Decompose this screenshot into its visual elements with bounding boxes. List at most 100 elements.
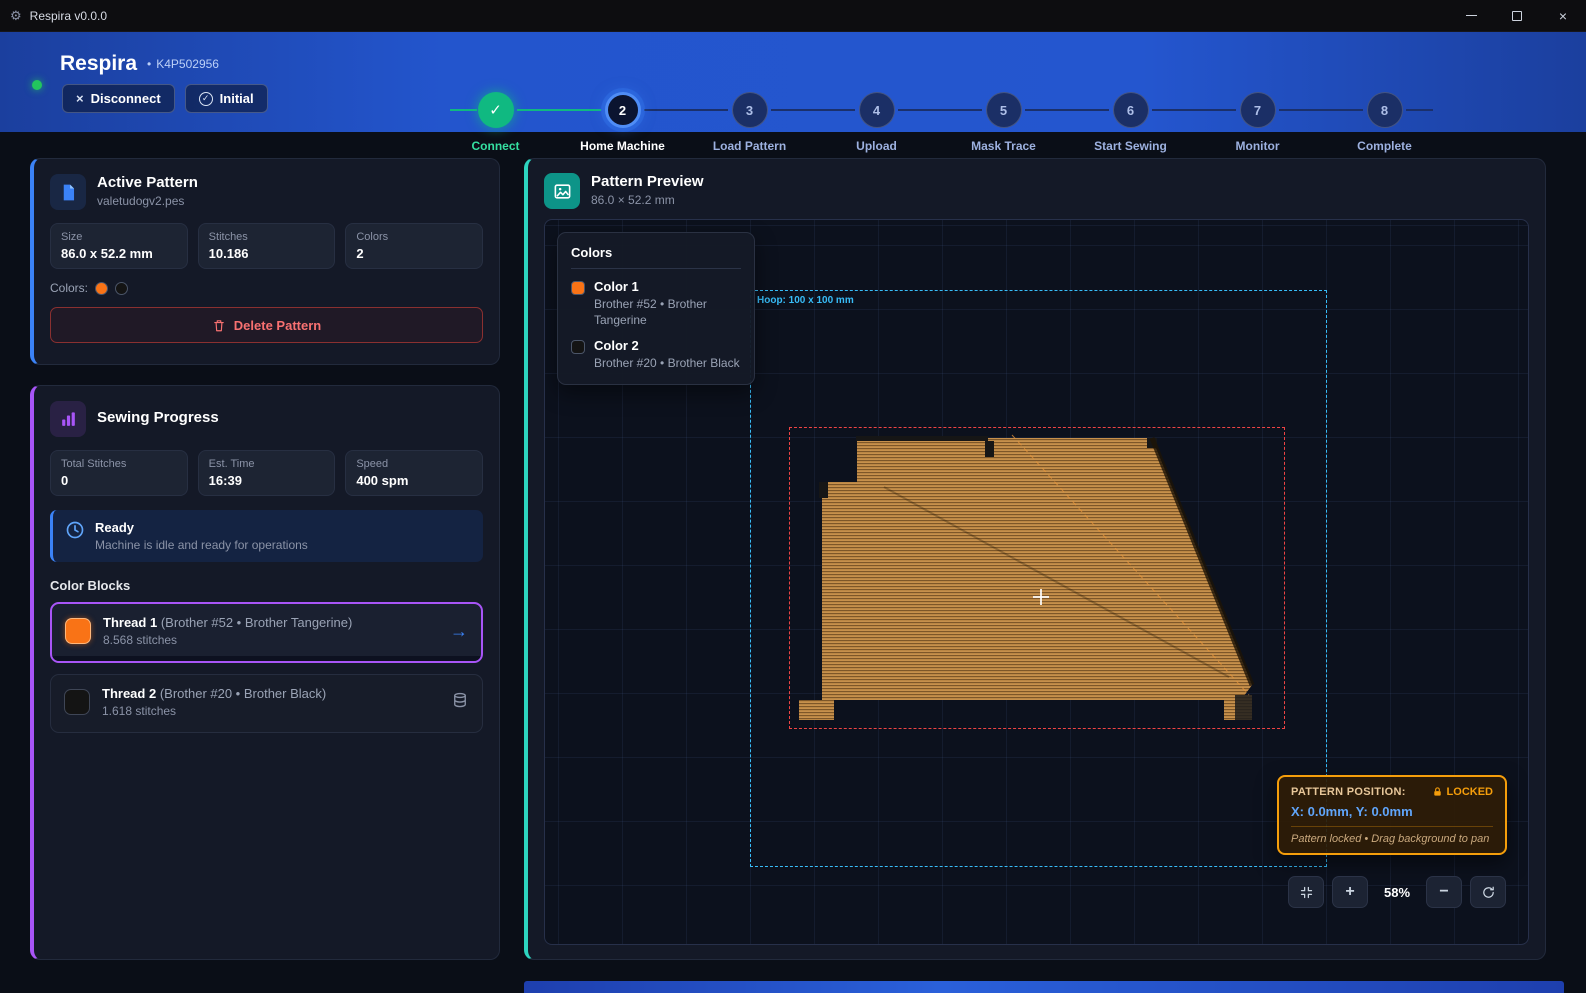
stat-label: Size [61,231,177,243]
embroidery-pattern [789,427,1285,729]
stepper-connector [898,109,982,111]
arrow-right-icon: → [450,621,468,642]
legend-swatch-2 [571,340,585,354]
thread-1-detail: (Brother #52 • Brother Tangerine) [161,615,352,630]
thread-block-1[interactable]: Thread 1 (Brother #52 • Brother Tangerin… [50,602,483,663]
legend-swatch-1 [571,281,585,295]
fit-view-icon [1299,885,1314,900]
stat-value: 86.0 x 52.2 mm [61,246,177,261]
pattern-position-overlay: PATTERN POSITION: LOCKED X: 0.0mm, Y: 0.… [1277,775,1507,855]
stepper-connector [1279,109,1363,111]
app-window: ⚙ Respira v0.0.0 × Respira • K4P502956 ×… [0,0,1586,993]
legend-entry-color2: Color 2 Brother #20 • Brother Black [571,338,741,371]
stepper-connector [517,109,601,111]
stepper-connector [771,109,855,111]
active-pattern-title: Active Pattern [97,174,198,191]
step-number: 4 [859,92,895,128]
delete-pattern-button[interactable]: Delete Pattern [50,307,483,343]
minimize-icon [1466,15,1477,16]
colors-legend: Colors Color 1 Brother #52 • Brother Tan… [557,232,755,385]
clock-icon [65,520,85,540]
thread-block-2[interactable]: Thread 2 (Brother #20 • Brother Black) 1… [50,674,483,733]
thread-1-stitches: 8.568 stitches [103,633,352,647]
stat-label: Stitches [209,231,325,243]
stat-label: Speed [356,458,472,470]
check-circle-icon: ✓ [199,92,213,106]
bullet-icon: • [147,57,151,71]
minus-icon: − [1439,883,1448,901]
colors-row-label: Colors: [50,281,88,295]
stat-est-time: Est. Time 16:39 [198,450,336,496]
stepper-connector [1025,109,1109,111]
stat-speed: Speed 400 spm [345,450,483,496]
position-label: PATTERN POSITION: [1291,786,1406,798]
thread-1-name: Thread 1 [103,615,157,630]
thread-1-swatch [65,618,91,644]
pattern-preview-card: Pattern Preview 86.0 × 52.2 mm Hoop: 100… [524,158,1546,960]
legend-color-detail: Brother #20 • Brother Black [594,355,740,371]
stat-value: 400 spm [356,473,472,488]
legend-color-name: Color 2 [594,338,740,353]
stat-label: Colors [356,231,472,243]
close-button[interactable]: × [1540,0,1586,31]
layers-icon [451,691,469,714]
initial-button[interactable]: ✓ Initial [185,84,268,113]
sewing-progress-card: Sewing Progress Total Stitches 0 Est. Ti… [30,385,500,960]
stepper-tail-line [1406,109,1433,111]
hoop-label: Hoop: 100 x 100 mm [757,295,854,306]
stat-total-stitches: Total Stitches 0 [50,450,188,496]
zoom-level: 58% [1376,885,1418,900]
plus-icon: + [1345,883,1354,901]
connection-status-dot [32,80,42,90]
active-pattern-card: Active Pattern valetudogv2.pes Size 86.0… [30,158,500,365]
header: Respira • K4P502956 × Disconnect ✓ Initi… [0,32,1586,132]
minimize-button[interactable] [1448,0,1494,31]
step-number: 2 [605,92,641,128]
bar-chart-icon [50,401,86,437]
close-x-icon: × [76,91,84,106]
step-number: 5 [986,92,1022,128]
position-hint: Pattern locked • Drag background to pan [1291,826,1493,845]
stepper-connector [1152,109,1236,111]
status-detail: Machine is idle and ready for operations [95,538,308,552]
zoom-in-button[interactable]: + [1332,876,1368,908]
color-blocks-heading: Color Blocks [50,578,483,593]
stat-label: Est. Time [209,458,325,470]
fit-view-button[interactable] [1288,876,1324,908]
trash-icon [212,318,226,333]
color-swatch-1 [95,282,108,295]
thread-1-progress-track [52,656,481,661]
image-icon [544,173,580,209]
thread-2-stitches: 1.618 stitches [102,704,326,718]
legend-color-name: Color 1 [594,279,741,294]
app-name: Respira [60,52,137,76]
close-icon: × [1559,9,1567,23]
legend-color-detail: Brother #52 • Brother Tangerine [594,296,741,328]
preview-dimensions: 86.0 × 52.2 mm [591,193,704,207]
preview-canvas[interactable]: Hoop: 100 x 100 mm [544,219,1529,945]
color-swatch-2 [115,282,128,295]
stepper-connector [644,109,728,111]
footer-strip [524,981,1564,993]
delete-pattern-label: Delete Pattern [234,318,321,333]
step-number: 8 [1367,92,1403,128]
step-number: 7 [1240,92,1276,128]
legend-title: Colors [571,245,741,269]
refresh-icon [1481,885,1496,900]
position-coordinates: X: 0.0mm, Y: 0.0mm [1291,804,1493,819]
locked-badge: LOCKED [1447,786,1493,798]
titlebar: ⚙ Respira v0.0.0 × [0,0,1586,32]
step-number: 3 [732,92,768,128]
zoom-out-button[interactable]: − [1426,876,1462,908]
zoom-controls: + 58% − [1288,876,1506,908]
maximize-button[interactable] [1494,0,1540,31]
pattern-filename: valetudogv2.pes [97,194,198,208]
center-crosshair-icon [1033,589,1049,605]
stat-value: 2 [356,246,472,261]
step-number: 6 [1113,92,1149,128]
stat-colors: Colors 2 [345,223,483,269]
brand: Respira • K4P502956 [30,52,219,76]
reset-view-button[interactable] [1470,876,1506,908]
content-area: Active Pattern valetudogv2.pes Size 86.0… [0,132,1586,993]
disconnect-button[interactable]: × Disconnect [62,84,175,113]
